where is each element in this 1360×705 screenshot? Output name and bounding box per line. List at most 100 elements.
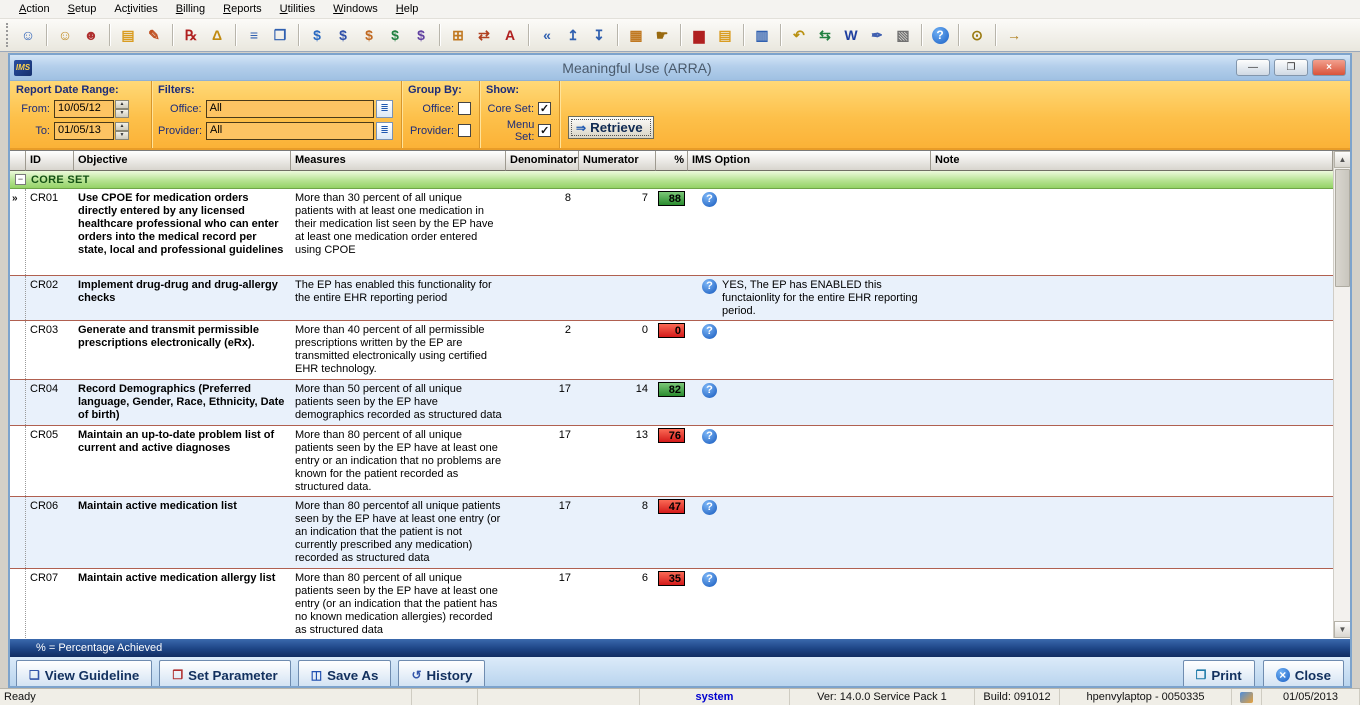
document-icon[interactable]: ≡ bbox=[242, 23, 266, 47]
office-filter-field[interactable]: All bbox=[206, 100, 375, 118]
patient-folder-icon[interactable]: ▤ bbox=[713, 23, 737, 47]
scan-icon[interactable]: « bbox=[535, 23, 559, 47]
toolbar-grip[interactable] bbox=[6, 23, 11, 47]
provider-filter-field[interactable]: All bbox=[206, 122, 374, 140]
transfer-arrows-icon[interactable]: ⇆ bbox=[813, 23, 837, 47]
receive-batch-icon[interactable]: ↧ bbox=[587, 23, 611, 47]
column-header-note[interactable]: Note bbox=[931, 151, 1333, 171]
grid-row-cr06[interactable]: CR06Maintain active medication listMore … bbox=[10, 497, 1333, 569]
window-titlebar[interactable]: IMS Meaningful Use (ARRA) — ❐ × bbox=[10, 55, 1350, 81]
print-button[interactable]: ❐Print bbox=[1183, 660, 1255, 686]
help-question-icon[interactable]: ? bbox=[702, 572, 717, 587]
collect-money-icon[interactable]: $ bbox=[383, 23, 407, 47]
column-header-num[interactable]: Numerator bbox=[579, 151, 656, 171]
help-icon[interactable]: ? bbox=[928, 23, 952, 47]
exit-icon[interactable]: → bbox=[1002, 23, 1026, 47]
row-selector[interactable] bbox=[10, 497, 26, 568]
superbill-icon[interactable]: ▧ bbox=[891, 23, 915, 47]
close-button[interactable]: ×Close bbox=[1263, 660, 1344, 686]
menu-item-help[interactable]: Help bbox=[387, 1, 428, 17]
retrieve-button[interactable]: ⇒ Retrieve bbox=[568, 116, 654, 139]
row-selector[interactable] bbox=[10, 426, 26, 496]
menu-item-activities[interactable]: Activities bbox=[105, 1, 166, 17]
payment-icon[interactable]: $ bbox=[331, 23, 355, 47]
open-chart-icon[interactable]: ▤ bbox=[116, 23, 140, 47]
restore-button[interactable]: ❐ bbox=[1274, 59, 1308, 76]
column-header-den[interactable]: Denominator bbox=[506, 151, 579, 171]
to-date-spinner[interactable]: ▲▼ bbox=[115, 122, 129, 140]
patient-icon[interactable]: ☺ bbox=[16, 23, 40, 47]
from-date-field[interactable]: 10/05/12 bbox=[54, 100, 114, 118]
edit-demographics-icon[interactable]: ✎ bbox=[142, 23, 166, 47]
patient-verify-icon[interactable]: ☻ bbox=[79, 23, 103, 47]
refund-icon[interactable]: $ bbox=[409, 23, 433, 47]
patient-inquiry-icon[interactable]: ☺ bbox=[53, 23, 77, 47]
help-question-icon[interactable]: ? bbox=[702, 429, 717, 444]
collapse-icon[interactable]: − bbox=[15, 174, 26, 185]
to-date-field[interactable]: 01/05/13 bbox=[54, 122, 114, 140]
set-parameter-button[interactable]: ❒Set Parameter bbox=[159, 660, 290, 686]
minimize-button[interactable]: — bbox=[1236, 59, 1270, 76]
send-batch-icon[interactable]: ↥ bbox=[561, 23, 585, 47]
office-lookup-icon[interactable]: ≣ bbox=[376, 100, 393, 118]
provider-lookup-icon[interactable]: ≣ bbox=[376, 122, 393, 140]
menu-item-setup[interactable]: Setup bbox=[59, 1, 106, 17]
column-header-meas[interactable]: Measures bbox=[291, 151, 506, 171]
menu-item-utilities[interactable]: Utilities bbox=[271, 1, 324, 17]
signature-icon[interactable]: ✒ bbox=[865, 23, 889, 47]
group-header-row[interactable]: −CORE SET bbox=[10, 171, 1333, 189]
schedule-grid-icon[interactable]: ⊞ bbox=[446, 23, 470, 47]
scroll-down-icon[interactable]: ▼ bbox=[1334, 621, 1351, 638]
charges-icon[interactable]: $ bbox=[305, 23, 329, 47]
row-selector[interactable] bbox=[10, 380, 26, 425]
row-selector[interactable] bbox=[10, 321, 26, 379]
column-header-ims[interactable]: IMS Option bbox=[688, 151, 931, 171]
grid-row-cr03[interactable]: CR03Generate and transmit permissible pr… bbox=[10, 321, 1333, 380]
close-window-button[interactable]: × bbox=[1312, 59, 1346, 76]
column-header-obj[interactable]: Objective bbox=[74, 151, 291, 171]
history-button[interactable]: ↺History bbox=[398, 660, 485, 686]
grid-row-cr02[interactable]: CR02Implement drug-drug and drug-allergy… bbox=[10, 276, 1333, 321]
word-export-icon[interactable]: W bbox=[839, 23, 863, 47]
group-office-checkbox[interactable] bbox=[458, 102, 471, 115]
column-header-pct[interactable]: % bbox=[656, 151, 688, 171]
help-question-icon[interactable]: ? bbox=[702, 279, 717, 294]
core-set-checkbox[interactable]: ✓ bbox=[538, 102, 551, 115]
grid-row-cr01[interactable]: »CR01Use CPOE for medication orders dire… bbox=[10, 189, 1333, 276]
view-guideline-button[interactable]: ❏View Guideline bbox=[16, 660, 152, 686]
help-question-icon[interactable]: ? bbox=[702, 383, 717, 398]
vertical-scrollbar[interactable]: ▲ ▼ bbox=[1333, 151, 1350, 638]
menu-item-billing[interactable]: Billing bbox=[167, 1, 214, 17]
lab-icon[interactable]: Δ bbox=[205, 23, 229, 47]
column-header-id[interactable]: ID bbox=[26, 151, 74, 171]
clipboard-report-icon[interactable]: ▥ bbox=[750, 23, 774, 47]
save-as-button[interactable]: ◫Save As bbox=[298, 660, 392, 686]
menu-set-checkbox[interactable]: ✓ bbox=[538, 124, 551, 137]
group-provider-checkbox[interactable] bbox=[458, 124, 471, 137]
prescription-icon[interactable]: ℞ bbox=[179, 23, 203, 47]
row-selector[interactable]: » bbox=[10, 189, 26, 275]
sticky-note-icon[interactable]: ↶ bbox=[787, 23, 811, 47]
row-selector[interactable] bbox=[10, 569, 26, 638]
reports-chart-icon[interactable]: ▆ bbox=[687, 23, 711, 47]
menu-item-action[interactable]: Action bbox=[10, 1, 59, 17]
help-question-icon[interactable]: ? bbox=[702, 324, 717, 339]
column-header-rowhdr[interactable] bbox=[10, 151, 26, 171]
grid-row-cr07[interactable]: CR07Maintain active medication allergy l… bbox=[10, 569, 1333, 638]
scrollbar-thumb[interactable] bbox=[1335, 169, 1350, 287]
sequence-icon[interactable]: ⇄ bbox=[472, 23, 496, 47]
menu-item-reports[interactable]: Reports bbox=[214, 1, 271, 17]
patient-balance-icon[interactable]: $ bbox=[357, 23, 381, 47]
scroll-up-icon[interactable]: ▲ bbox=[1334, 151, 1351, 168]
copy-document-icon[interactable]: ❐ bbox=[268, 23, 292, 47]
checkin-icon[interactable]: ☛ bbox=[650, 23, 674, 47]
lock-icon[interactable]: ⊙ bbox=[965, 23, 989, 47]
grid-row-cr04[interactable]: CR04Record Demographics (Preferred langu… bbox=[10, 380, 1333, 426]
help-question-icon[interactable]: ? bbox=[702, 500, 717, 515]
from-date-spinner[interactable]: ▲▼ bbox=[115, 100, 129, 118]
menu-item-windows[interactable]: Windows bbox=[324, 1, 387, 17]
grid-row-cr05[interactable]: CR05Maintain an up-to-date problem list … bbox=[10, 426, 1333, 497]
row-selector[interactable] bbox=[10, 276, 26, 320]
spell-check-icon[interactable]: A bbox=[498, 23, 522, 47]
appointment-clock-icon[interactable]: ▦ bbox=[624, 23, 648, 47]
